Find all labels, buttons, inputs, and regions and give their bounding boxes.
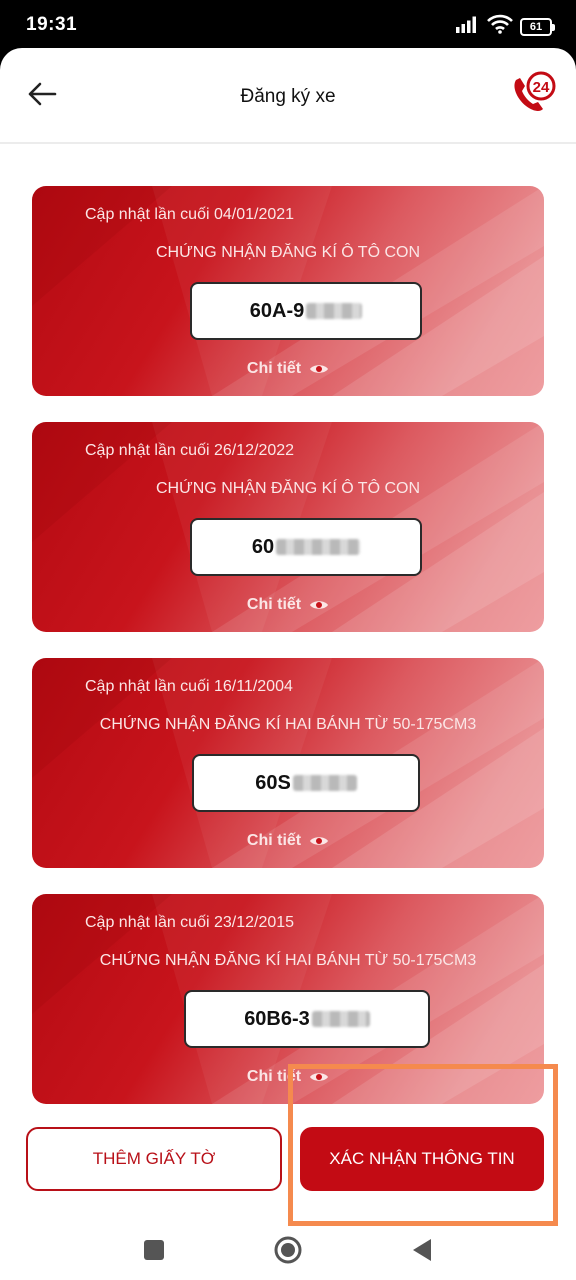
detail-link[interactable]: Chi tiết xyxy=(32,832,544,850)
triangle-back-icon xyxy=(413,1239,431,1261)
eye-icon xyxy=(310,601,329,609)
status-icons: 61 xyxy=(456,14,555,39)
card-updated-date: Cập nhật lần cuối 16/11/2004 xyxy=(85,678,293,695)
plate-redaction xyxy=(276,539,361,555)
add-document-button[interactable]: THÊM GIẤY TỜ xyxy=(26,1127,282,1191)
card-updated-date: Cập nhật lần cuối 23/12/2015 xyxy=(85,914,295,931)
card-updated-date: Cập nhật lần cuối 26/12/2022 xyxy=(85,442,295,459)
license-plate-number: 60A-9 xyxy=(249,299,305,322)
page-title: Đăng ký xe xyxy=(240,86,336,107)
license-plate-field: 60B6-3 xyxy=(184,990,430,1048)
license-plate-number: 60S xyxy=(255,771,291,794)
vehicle-card[interactable]: Cập nhật lần cuối 16/11/2004 CHỨNG NHẬN … xyxy=(32,658,544,868)
recents-button[interactable] xyxy=(134,1230,174,1270)
eye-icon xyxy=(310,837,329,845)
license-plate-number: 60B6-3 xyxy=(244,1007,310,1030)
plate-redaction xyxy=(306,303,363,319)
circle-icon xyxy=(274,1236,302,1264)
detail-link[interactable]: Chi tiết xyxy=(32,1068,544,1086)
phone-24-icon: 24 xyxy=(514,71,556,111)
system-back-button[interactable] xyxy=(402,1230,442,1270)
detail-label: Chi tiết xyxy=(246,360,302,377)
license-plate-number: 60 xyxy=(251,535,275,558)
card-updated-date: Cập nhật lần cuối 04/01/2021 xyxy=(85,206,295,223)
status-time: 19:31 xyxy=(26,14,78,35)
vehicle-card[interactable]: Cập nhật lần cuối 04/01/2021 CHỨNG NHẬN … xyxy=(32,186,544,396)
hotline-button[interactable]: 24 xyxy=(508,66,560,118)
license-plate-field: 60A-9 xyxy=(190,282,422,340)
home-button[interactable] xyxy=(268,1230,308,1270)
plate-redaction xyxy=(292,775,357,791)
battery-icon: 61 xyxy=(520,17,555,36)
card-certificate-type: CHỨNG NHẬN ĐĂNG KÍ Ô TÔ CON xyxy=(155,480,421,497)
header: Đăng ký xe 24 xyxy=(0,48,576,144)
detail-label: Chi tiết xyxy=(246,596,302,613)
wifi-icon xyxy=(487,14,513,39)
square-icon xyxy=(144,1240,164,1260)
card-certificate-type: CHỨNG NHẬN ĐĂNG KÍ Ô TÔ CON xyxy=(155,244,421,261)
system-nav-bar xyxy=(0,1220,576,1280)
vehicle-card[interactable]: Cập nhật lần cuối 23/12/2015 CHỨNG NHẬN … xyxy=(32,894,544,1104)
plate-redaction xyxy=(311,1011,370,1027)
card-certificate-type: CHỨNG NHẬN ĐĂNG KÍ HAI BÁNH TỪ 50-175CM3 xyxy=(99,952,477,969)
license-plate-field: 60 xyxy=(190,518,422,576)
vehicle-card-list: Cập nhật lần cuối 04/01/2021 CHỨNG NHẬN … xyxy=(32,186,544,1130)
hotline-number: 24 xyxy=(533,79,550,96)
confirm-info-button[interactable]: XÁC NHẬN THÔNG TIN xyxy=(300,1127,544,1191)
eye-icon xyxy=(310,1073,329,1081)
eye-icon xyxy=(310,365,329,373)
license-plate-field: 60S xyxy=(192,754,420,812)
detail-link[interactable]: Chi tiết xyxy=(32,596,544,614)
detail-link[interactable]: Chi tiết xyxy=(32,360,544,378)
signal-icon xyxy=(456,15,480,38)
status-bar: 19:31 61 xyxy=(0,0,576,52)
card-certificate-type: CHỨNG NHẬN ĐĂNG KÍ HAI BÁNH TỪ 50-175CM3 xyxy=(99,716,477,733)
app-screen: Đăng ký xe 24 Cập nhật lần cuối 04/01/20… xyxy=(0,48,576,1280)
detail-label: Chi tiết xyxy=(246,1068,302,1085)
detail-label: Chi tiết xyxy=(246,832,302,849)
vehicle-card[interactable]: Cập nhật lần cuối 26/12/2022 CHỨNG NHẬN … xyxy=(32,422,544,632)
